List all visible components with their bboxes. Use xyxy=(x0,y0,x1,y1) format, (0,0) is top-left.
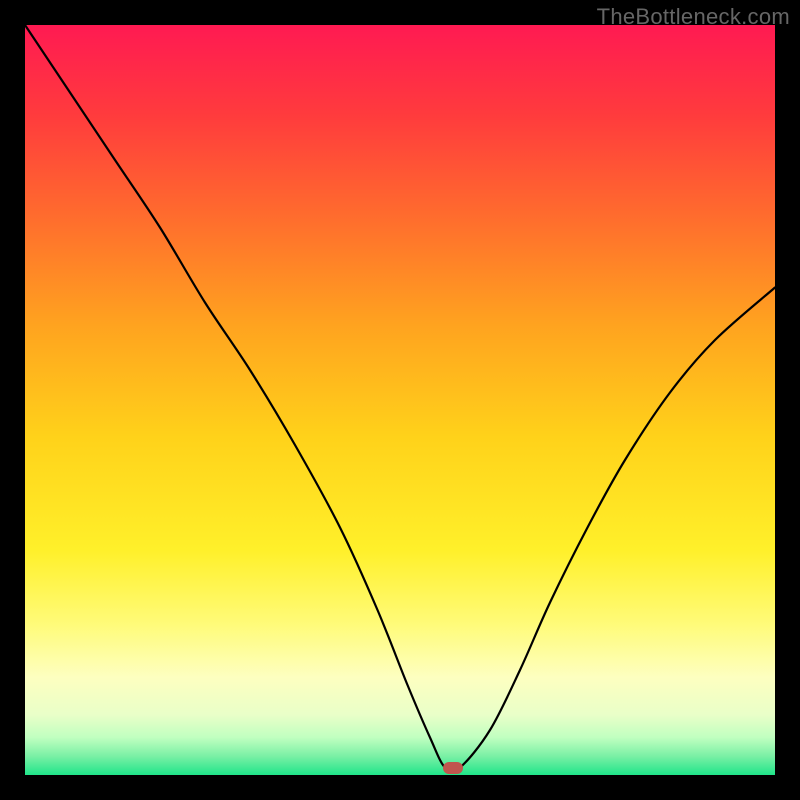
bottleneck-curve xyxy=(25,25,775,772)
watermark-text: TheBottleneck.com xyxy=(597,4,790,30)
plot-area xyxy=(25,25,775,775)
chart-frame: TheBottleneck.com xyxy=(0,0,800,800)
optimum-marker xyxy=(443,762,463,774)
curve-layer xyxy=(25,25,775,775)
